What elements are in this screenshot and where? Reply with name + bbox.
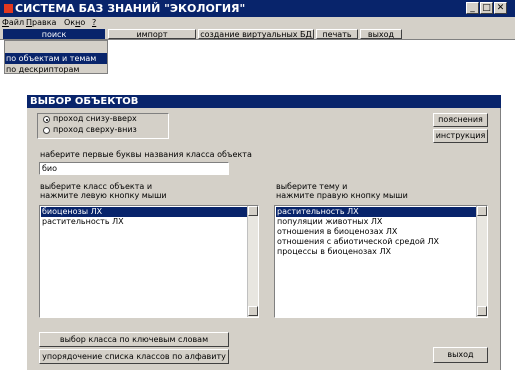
sort-alphabetically-button[interactable]: упорядочение списка классов по алфавиту: [39, 349, 229, 364]
menu-help[interactable]: ?: [92, 17, 96, 28]
topic-list-item[interactable]: отношения с абиотической средой ЛХ: [276, 237, 476, 247]
dropdown-item-descriptors[interactable]: по дескрипторам: [5, 64, 79, 75]
dialog-title: ВЫБОР ОБЪЕКТОВ: [27, 95, 501, 108]
radio-bottom-up[interactable]: [43, 116, 50, 123]
instructions-button[interactable]: инструкция: [433, 129, 488, 143]
class-list-scrollbar[interactable]: [247, 206, 258, 317]
topic-list-item[interactable]: процессы в биоценозах ЛХ: [276, 247, 476, 257]
radio-top-down[interactable]: [43, 127, 50, 134]
radio-top-down-label: проход сверху-вниз: [53, 125, 137, 134]
tab-create-virtual-db[interactable]: создание виртуальных БД: [198, 29, 314, 39]
tab-import[interactable]: импорт: [108, 29, 196, 39]
window-title: СИСТЕМА БАЗ ЗНАНИЙ "ЭКОЛОГИЯ": [15, 2, 246, 15]
tab-search[interactable]: поиск: [3, 29, 105, 39]
menu-edit[interactable]: Правка: [26, 17, 56, 28]
topic-list[interactable]: растительность ЛХ популяции животных ЛХ …: [274, 205, 488, 318]
menu-file[interactable]: Файл: [2, 17, 24, 28]
topic-list-item[interactable]: растительность ЛХ: [276, 207, 476, 217]
class-search-input[interactable]: био: [39, 162, 229, 175]
explain-button[interactable]: пояснения: [433, 113, 488, 127]
topic-list-scrollbar[interactable]: [476, 206, 487, 317]
maximize-icon[interactable]: □: [480, 2, 493, 14]
scroll-up-icon[interactable]: [477, 206, 487, 216]
scroll-down-icon[interactable]: [477, 306, 487, 316]
class-list-item[interactable]: растительность ЛХ: [41, 217, 247, 227]
topic-list-item[interactable]: отношения в биоценозах ЛХ: [276, 227, 476, 237]
search-label: наберите первые буквы названия класса об…: [40, 150, 252, 159]
tab-exit[interactable]: выход: [360, 29, 402, 39]
class-list-item[interactable]: биоценозы ЛХ: [41, 207, 247, 217]
minimize-icon[interactable]: _: [466, 2, 479, 14]
tab-print[interactable]: печать: [316, 29, 358, 39]
class-list[interactable]: биоценозы ЛХ растительность ЛХ: [39, 205, 259, 318]
radio-bottom-up-label: проход снизу-вверх: [53, 114, 137, 123]
app-icon: [4, 4, 13, 13]
menu-window[interactable]: Окно: [64, 17, 85, 28]
class-search-value: био: [42, 164, 58, 173]
class-list-label-2: нажмите левую кнопку мыши: [40, 191, 167, 200]
keyword-class-button[interactable]: выбор класса по ключевым словам: [39, 332, 229, 347]
scroll-up-icon[interactable]: [248, 206, 258, 216]
scroll-down-icon[interactable]: [248, 306, 258, 316]
dropdown-item-objects-topics[interactable]: по объектам и темам: [5, 53, 107, 64]
topic-list-item[interactable]: популяции животных ЛХ: [276, 217, 476, 227]
close-icon[interactable]: ✕: [494, 2, 507, 14]
exit-button[interactable]: выход: [433, 347, 488, 363]
topic-list-label-2: нажмите правую кнопку мыши: [276, 191, 408, 200]
